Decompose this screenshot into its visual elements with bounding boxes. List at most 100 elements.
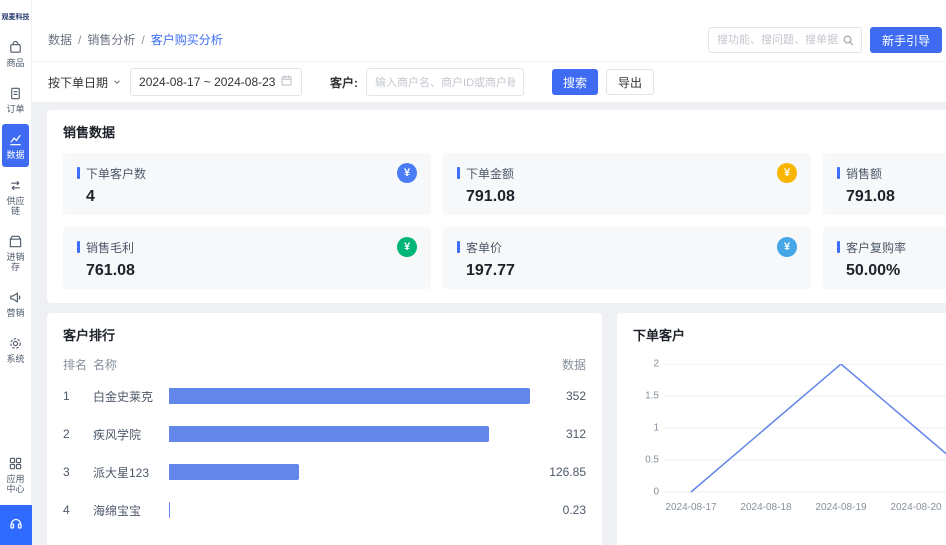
- column-name: 名称: [93, 356, 169, 373]
- order-customers-chart-card: 下单客户 00.511.52 2024-08-172024-08-182024-…: [617, 313, 946, 545]
- bar-track: [169, 502, 530, 518]
- metric-value: 4: [86, 188, 417, 206]
- bottom-row: 客户排行 排名 名称 数据 1 白金史莱克 352 2 疾风学院: [47, 313, 946, 545]
- sidebar-item-label: 数据: [5, 150, 27, 160]
- sidebar-item-orders[interactable]: 订单: [2, 78, 29, 121]
- yuan-circle-icon: ¥: [777, 163, 797, 183]
- line-chart-svg: [664, 364, 946, 498]
- rank-value: 126.85: [530, 465, 586, 479]
- sidebar-item-app-center[interactable]: 应用中心: [2, 448, 29, 501]
- customer-name: 派大星123: [93, 464, 169, 481]
- rank-row: 1 白金史莱克 352: [63, 377, 586, 415]
- app-grid-icon: [8, 456, 23, 471]
- guide-button[interactable]: 新手引导: [870, 27, 942, 53]
- brand-logo: 观麦科技: [0, 0, 31, 32]
- sidebar-item-label: 进销存: [5, 252, 27, 272]
- metric-repurchase-rate: 客户复购率 50.00%: [823, 227, 946, 289]
- sidebar-item-inventory[interactable]: 进销存: [2, 226, 29, 279]
- rank-row: 3 派大星123 126.85: [63, 453, 586, 491]
- content-area: 销售数据 下单客户数 ¥ 4 下单金额: [32, 102, 946, 545]
- customer-name: 白金史莱克: [93, 388, 169, 405]
- column-value: 数据: [562, 356, 586, 373]
- yuan-circle-icon: ¥: [397, 163, 417, 183]
- rank-number: 1: [63, 389, 93, 403]
- x-tick-label: 2024-08-19: [809, 502, 873, 513]
- sidebar-item-label: 应用中心: [5, 474, 27, 494]
- sidebar-item-label: 商品: [5, 58, 27, 68]
- data-chart-icon: [8, 132, 23, 147]
- sidebar: 观麦科技 商品 订单 数据 供应链 进销存 营销 系统: [0, 0, 32, 545]
- breadcrumb-item-data[interactable]: 数据: [48, 31, 72, 48]
- breadcrumb-item-current: 客户购买分析: [151, 31, 223, 48]
- sidebar-item-data[interactable]: 数据: [2, 124, 29, 167]
- order-icon: [8, 86, 23, 101]
- metric-label: 销售毛利: [86, 239, 397, 256]
- ranking-header: 排名 名称 数据: [63, 356, 586, 373]
- column-rank: 排名: [63, 356, 93, 373]
- rank-number: 2: [63, 427, 93, 441]
- sidebar-item-supply-chain[interactable]: 供应链: [2, 170, 29, 223]
- date-range-input[interactable]: 2024-08-17 ~ 2024-08-23: [130, 68, 302, 96]
- breadcrumb-separator: /: [141, 33, 144, 47]
- main-area: 数据 / 销售分析 / 客户购买分析 新手引导 按下单日期 2024-08-17…: [32, 0, 946, 545]
- customer-filter-label: 客户:: [330, 74, 358, 91]
- sidebar-item-marketing[interactable]: 营销: [2, 282, 29, 325]
- sales-data-title: 销售数据: [63, 122, 946, 141]
- sidebar-item-goods[interactable]: 商品: [2, 32, 29, 75]
- rank-value: 352: [530, 389, 586, 403]
- rank-bar: [169, 464, 299, 480]
- global-search-box[interactable]: [708, 27, 862, 53]
- topbar: 数据 / 销售分析 / 客户购买分析 新手引导: [32, 0, 946, 62]
- ranking-title: 客户排行: [63, 325, 586, 344]
- y-tick-label: 1.5: [645, 391, 659, 402]
- metric-label: 客户复购率: [846, 239, 946, 256]
- search-button[interactable]: 搜索: [552, 69, 598, 95]
- search-icon[interactable]: [842, 34, 855, 47]
- yuan-circle-icon: ¥: [397, 237, 417, 257]
- date-type-label: 按下单日期: [48, 74, 108, 91]
- sales-data-card: 销售数据 下单客户数 ¥ 4 下单金额: [47, 110, 946, 303]
- headset-icon: [8, 515, 24, 536]
- rank-value: 0.23: [530, 503, 586, 517]
- breadcrumb: 数据 / 销售分析 / 客户购买分析: [48, 31, 223, 53]
- metric-order-customer-count: 下单客户数 ¥ 4: [63, 153, 431, 215]
- app-root: 观麦科技 商品 订单 数据 供应链 进销存 营销 系统: [0, 0, 946, 545]
- metric-value: 761.08: [86, 262, 417, 280]
- chart-title: 下单客户: [633, 325, 946, 344]
- metric-label: 销售额: [846, 165, 946, 182]
- metric-value: 791.08: [466, 188, 797, 206]
- customer-search-input[interactable]: [366, 68, 524, 96]
- inventory-icon: [8, 234, 23, 249]
- export-button[interactable]: 导出: [606, 69, 654, 95]
- customer-name: 疾风学院: [93, 426, 169, 443]
- service-widget[interactable]: [0, 505, 32, 545]
- sidebar-item-label: 订单: [5, 104, 27, 114]
- metric-avg-order-value: 客单价 ¥ 197.77: [443, 227, 811, 289]
- rank-bar: [169, 426, 489, 442]
- calendar-icon: [280, 74, 293, 90]
- accent-bar: [77, 241, 80, 253]
- supply-chain-icon: [8, 178, 23, 193]
- x-tick-label: 2024-08-20: [884, 502, 946, 513]
- y-tick-label: 1: [653, 423, 659, 434]
- gear-icon: [8, 336, 23, 351]
- y-tick-label: 0.5: [645, 455, 659, 466]
- global-search-input[interactable]: [709, 34, 842, 46]
- metrics-grid: 下单客户数 ¥ 4 下单金额 ¥ 791.08: [63, 153, 946, 289]
- breadcrumb-item-sales-analysis[interactable]: 销售分析: [87, 31, 135, 48]
- rank-value: 312: [530, 427, 586, 441]
- accent-bar: [457, 241, 460, 253]
- line-chart: 00.511.52 2024-08-172024-08-182024-08-19…: [633, 356, 946, 545]
- y-tick-label: 0: [653, 487, 659, 498]
- goods-icon: [8, 40, 23, 55]
- accent-bar: [837, 167, 840, 179]
- sidebar-item-system[interactable]: 系统: [2, 328, 29, 371]
- metric-value: 197.77: [466, 262, 797, 280]
- sidebar-item-label: 系统: [5, 354, 27, 364]
- metric-value: 791.08: [846, 188, 946, 206]
- date-type-select[interactable]: 按下单日期: [48, 74, 122, 91]
- rank-number: 3: [63, 465, 93, 479]
- date-range-value: 2024-08-17 ~ 2024-08-23: [139, 75, 275, 89]
- customer-ranking-card: 客户排行 排名 名称 数据 1 白金史莱克 352 2 疾风学院: [47, 313, 602, 545]
- x-axis-labels: 2024-08-172024-08-182024-08-192024-08-20: [664, 502, 946, 516]
